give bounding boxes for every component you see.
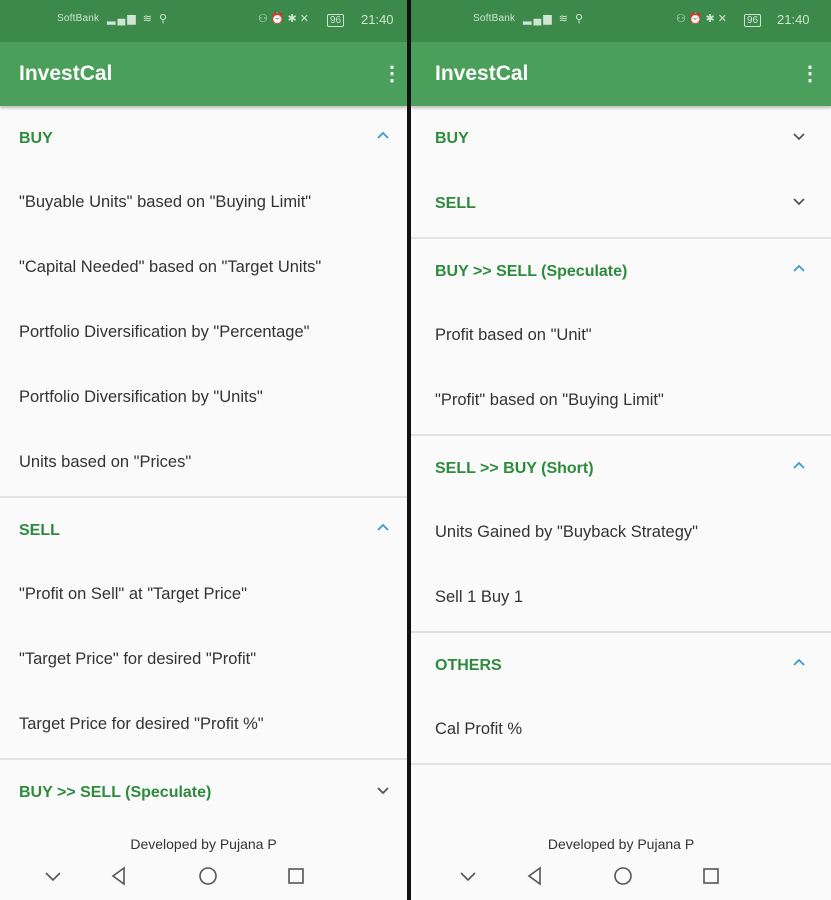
list-item-label: Units Gained by "Buyback Strategy"	[435, 523, 699, 541]
chevron-up-icon	[377, 131, 389, 139]
carrier-label: SoftBank	[57, 13, 100, 24]
recents-icon[interactable]	[701, 866, 721, 886]
list-item-label: Units based on "Prices"	[19, 453, 192, 471]
list-item-label: Cal Profit %	[435, 720, 523, 738]
list-item[interactable]: Profit based on "Unit"	[411, 304, 831, 369]
home-icon[interactable]	[198, 866, 218, 886]
section-header-speculate[interactable]: BUY >> SELL (Speculate)	[411, 239, 831, 304]
list-item[interactable]: "Profit" based on "Buying Limit"	[411, 369, 831, 434]
section-header-short[interactable]: SELL >> BUY (Short)	[411, 436, 831, 501]
chevron-up-icon	[793, 264, 805, 272]
home-icon[interactable]	[613, 866, 633, 886]
section-title: SELL	[435, 195, 476, 212]
list-item[interactable]: "Capital Needed" based on "Target Units"	[0, 236, 407, 301]
list-item-label: "Capital Needed" based on "Target Units"	[19, 258, 322, 276]
list-item[interactable]: Units Gained by "Buyback Strategy"	[411, 501, 831, 566]
section-title: BUY	[435, 130, 469, 147]
list-item[interactable]: Portfolio Diversification by "Units"	[0, 366, 407, 431]
status-icons: ⚇⏰✱✕	[676, 13, 730, 25]
list-item-label: Sell 1 Buy 1	[435, 588, 524, 606]
chevron-down-icon	[793, 198, 805, 206]
list-item-label: "Profit on Sell" at "Target Price"	[19, 585, 247, 603]
right-screen: SoftBank ▂▄▆ ≋ ⚲ ⚇⏰✱✕ 96 21:40 InvestCal…	[411, 0, 831, 900]
left-screen: SoftBank ▂▄▆ ≋ ⚲ ⚇⏰✱✕ 96 21:40 InvestCal…	[0, 0, 407, 900]
clock: 21:40	[777, 12, 810, 27]
section-header-buy[interactable]: BUY	[411, 106, 831, 171]
status-icons: ⚇⏰✱✕	[258, 13, 312, 25]
list-item[interactable]: "Profit on Sell" at "Target Price"	[0, 563, 407, 628]
section-title: SELL	[19, 522, 60, 539]
chevron-down-icon	[793, 133, 805, 141]
section-divider	[411, 763, 831, 765]
list-item-label: Profit based on "Unit"	[435, 326, 592, 344]
section-title: BUY	[19, 130, 53, 147]
section-title: SELL >> BUY (Short)	[435, 460, 594, 477]
hide-nav-icon[interactable]	[458, 866, 478, 886]
chevron-up-icon	[793, 461, 805, 469]
signal-icon: ▂▄▆ ≋ ⚲	[107, 13, 170, 25]
section-list: BUY "Buyable Units" based on "Buying Lim…	[0, 106, 407, 825]
clock: 21:40	[361, 12, 394, 27]
list-item-label: "Buyable Units" based on "Buying Limit"	[19, 193, 312, 211]
list-item[interactable]: Portfolio Diversification by "Percentage…	[0, 301, 407, 366]
status-bar: SoftBank ▂▄▆ ≋ ⚲ ⚇⏰✱✕ 96 21:40	[411, 0, 831, 42]
chevron-down-icon	[377, 787, 389, 795]
list-item[interactable]: Cal Profit %	[411, 698, 831, 763]
section-header-sell[interactable]: SELL	[411, 171, 831, 237]
list-item-label: Portfolio Diversification by "Percentage…	[19, 323, 310, 341]
back-icon[interactable]	[109, 866, 129, 886]
status-bar: SoftBank ▂▄▆ ≋ ⚲ ⚇⏰✱✕ 96 21:40	[0, 0, 407, 42]
navigation-bar	[0, 854, 407, 900]
back-icon[interactable]	[525, 866, 545, 886]
section-title: BUY >> SELL (Speculate)	[19, 784, 212, 801]
footer-credit: Developed by Pujana P	[547, 836, 695, 852]
battery-icon: 96	[744, 14, 762, 27]
list-item[interactable]: Units based on "Prices"	[0, 431, 407, 496]
list-item-label: Portfolio Diversification by "Units"	[19, 388, 263, 406]
list-item[interactable]: Sell 1 Buy 1	[411, 566, 831, 631]
section-header-speculate[interactable]: BUY >> SELL (Speculate)	[0, 760, 407, 825]
section-title: BUY >> SELL (Speculate)	[435, 263, 628, 280]
section-title: OTHERS	[435, 657, 502, 674]
footer-credit: Developed by Pujana P	[130, 836, 277, 852]
section-header-others[interactable]: OTHERS	[411, 633, 831, 698]
list-item-label: Target Price for desired "Profit %"	[19, 715, 264, 733]
app-title: InvestCal	[19, 62, 113, 85]
app-bar: InvestCal ⋮	[0, 42, 407, 106]
section-header-sell[interactable]: SELL	[0, 498, 407, 563]
list-item[interactable]: Target Price for desired "Profit %"	[0, 693, 407, 758]
list-item[interactable]: "Target Price" for desired "Profit"	[0, 628, 407, 693]
signal-icon: ▂▄▆ ≋ ⚲	[523, 13, 586, 25]
screenshot-composite: SoftBank ▂▄▆ ≋ ⚲ ⚇⏰✱✕ 96 21:40 InvestCal…	[0, 0, 831, 900]
section-header-buy[interactable]: BUY	[0, 106, 407, 171]
chevron-up-icon	[377, 523, 389, 531]
app-title: InvestCal	[435, 62, 529, 85]
app-bar: InvestCal ⋮	[411, 42, 831, 106]
list-item-label: "Profit" based on "Buying Limit"	[435, 391, 664, 409]
list-item[interactable]: "Buyable Units" based on "Buying Limit"	[0, 171, 407, 236]
carrier-label: SoftBank	[473, 13, 516, 24]
hide-nav-icon[interactable]	[43, 866, 63, 886]
more-vert-icon[interactable]: ⋮	[382, 64, 402, 84]
navigation-bar	[411, 854, 831, 900]
more-vert-icon[interactable]: ⋮	[800, 64, 820, 84]
battery-icon: 96	[327, 14, 345, 27]
recents-icon[interactable]	[286, 866, 306, 886]
list-item-label: "Target Price" for desired "Profit"	[19, 650, 257, 668]
section-list: BUY SELL BUY >> SELL (Speculate) Profit …	[411, 106, 831, 765]
chevron-up-icon	[793, 658, 805, 666]
